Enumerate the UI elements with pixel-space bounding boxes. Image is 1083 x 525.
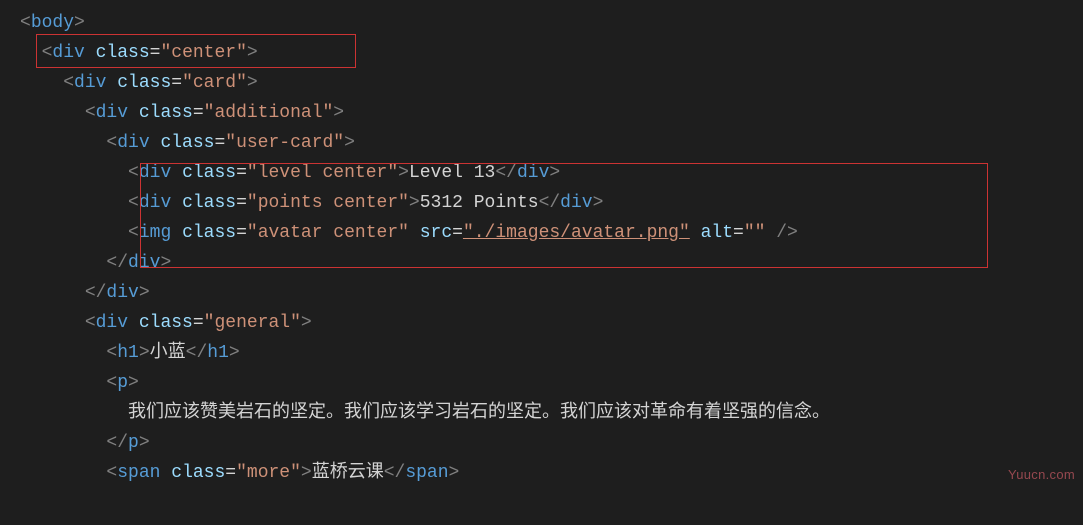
code-line[interactable]: </div> <box>0 248 1083 278</box>
code-line[interactable]: <h1>小蓝</h1> <box>0 338 1083 368</box>
code-line[interactable]: <span class="more">蓝桥云课</span> <box>0 458 1083 488</box>
code-line[interactable]: <p> <box>0 368 1083 398</box>
code-line[interactable]: <body> <box>0 8 1083 38</box>
code-line[interactable]: <div class="user-card"> <box>0 128 1083 158</box>
code-line[interactable]: <div class="card"> <box>0 68 1083 98</box>
code-line[interactable]: <div class="level center">Level 13</div> <box>0 158 1083 188</box>
code-line[interactable]: </p> <box>0 428 1083 458</box>
code-line[interactable]: <div class="general"> <box>0 308 1083 338</box>
watermark: Yuucn.com <box>1008 460 1075 490</box>
code-line[interactable]: 我们应该赞美岩石的坚定。我们应该学习岩石的坚定。我们应该对革命有着坚强的信念。 <box>0 398 1083 428</box>
code-line[interactable]: <div class="points center">5312 Points</… <box>0 188 1083 218</box>
code-line[interactable]: <img class="avatar center" src="./images… <box>0 218 1083 248</box>
code-line[interactable]: </div> <box>0 278 1083 308</box>
code-line[interactable]: <div class="additional"> <box>0 98 1083 128</box>
code-line[interactable]: <div class="center"> <box>0 38 1083 68</box>
